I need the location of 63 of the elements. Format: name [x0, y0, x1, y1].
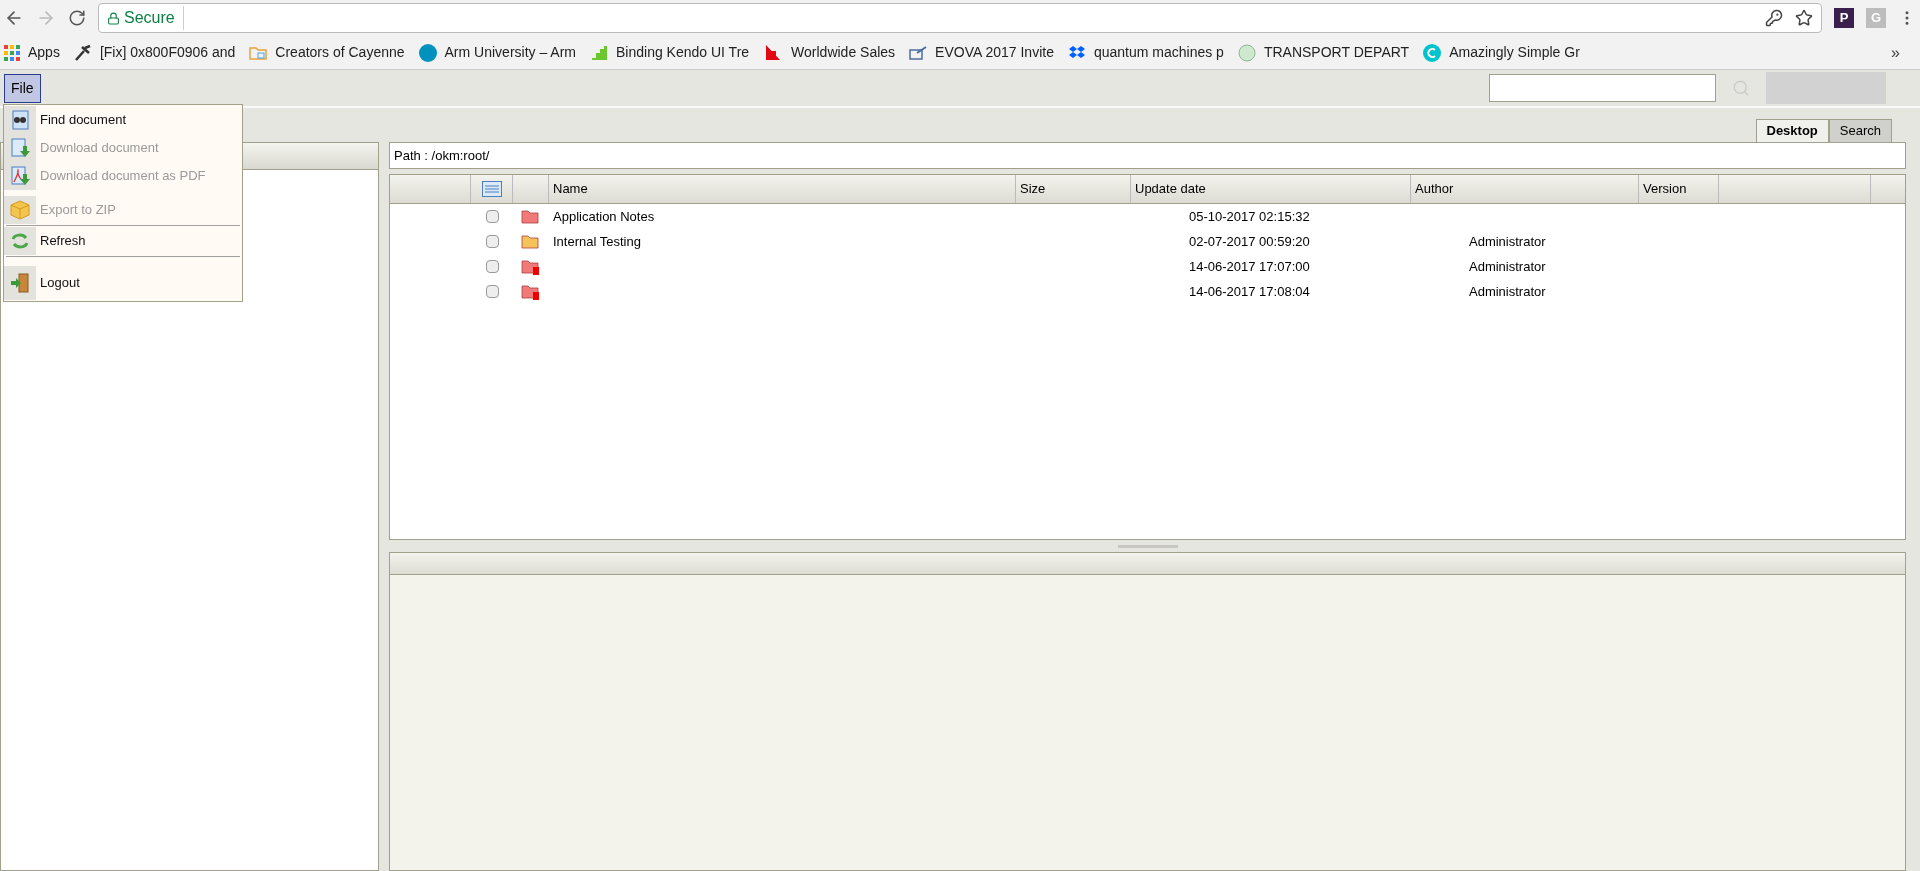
column-header[interactable]: Author: [1411, 175, 1639, 203]
binoculars-document-icon: [10, 110, 30, 130]
apps-grid-icon: [4, 44, 20, 61]
table-cell[interactable]: Application Notes: [553, 208, 655, 224]
address-bar[interactable]: Secure: [98, 3, 1822, 33]
bookmark[interactable]: quantum machines p: [1067, 42, 1224, 63]
row-checkbox[interactable]: [485, 210, 499, 223]
locked-folder-icon: [521, 258, 541, 275]
document-download-icon: [10, 138, 30, 158]
bookmark[interactable]: Binding Kendo UI Tre: [590, 42, 750, 63]
row-checkbox[interactable]: [485, 260, 499, 273]
refresh-arrows-icon: [10, 232, 30, 250]
folder-icon: [521, 233, 541, 250]
circle-c-icon: [1423, 43, 1442, 62]
pdf-download-icon: [10, 166, 30, 186]
reload-icon[interactable]: [68, 9, 86, 27]
door-exit-icon: [10, 273, 30, 293]
table-cell: Administrator: [1469, 258, 1546, 274]
extension-button[interactable]: P: [1834, 8, 1854, 28]
bookmark[interactable]: Arm University – Arm: [418, 42, 576, 63]
table-cell[interactable]: Internal Testing: [553, 233, 641, 249]
folder-icon: [249, 44, 268, 61]
file-menu-button[interactable]: File: [4, 73, 41, 103]
row-checkbox[interactable]: [485, 235, 499, 248]
column-header[interactable]: Version: [1639, 175, 1719, 203]
bookmark[interactable]: Amazingly Simple Gr: [1423, 42, 1580, 63]
package-icon: [10, 200, 30, 220]
search-field[interactable]: [1489, 74, 1716, 102]
path-bar: Path : /okm:root/: [389, 142, 1906, 169]
bookmark[interactable]: Apps: [4, 42, 60, 63]
key-icon[interactable]: [1765, 9, 1783, 27]
bookmark[interactable]: Worldwide Sales: [763, 42, 896, 63]
table-cell: 14-06-2017 17:08:04: [1189, 283, 1310, 299]
bookmark[interactable]: Creators of Cayenne: [249, 42, 405, 63]
menu-item[interactable]: Logout: [4, 258, 242, 300]
splitter-handle[interactable]: [1117, 544, 1178, 548]
secure-label: Secure: [124, 6, 184, 30]
table-cell: 14-06-2017 17:07:00: [1189, 258, 1310, 274]
circle-logo-icon: [418, 43, 437, 62]
table-cell: 05-10-2017 02:15:32: [1189, 208, 1310, 224]
column-header[interactable]: Name: [549, 175, 1016, 203]
list-icon[interactable]: [481, 181, 502, 197]
table-cell: 02-07-2017 00:59:20: [1189, 233, 1310, 249]
bookmark[interactable]: TRANSPORT DEPART: [1237, 42, 1410, 63]
bookmark[interactable]: EVOVA 2017 Invite: [909, 42, 1054, 63]
column-header[interactable]: Size: [1016, 175, 1131, 203]
table-cell: Administrator: [1469, 233, 1546, 249]
dropbox-icon: [1067, 44, 1086, 61]
menu-item[interactable]: Find document: [4, 106, 242, 134]
column-header[interactable]: Update date: [1131, 175, 1411, 203]
hammer-icon: [73, 43, 92, 62]
locked-folder-icon: [521, 283, 541, 300]
table-cell: Administrator: [1469, 283, 1546, 299]
row-checkbox[interactable]: [485, 285, 499, 298]
tab[interactable]: Search: [1828, 119, 1892, 142]
bookmark[interactable]: [Fix] 0x800F0906 and: [73, 42, 236, 63]
star-icon[interactable]: [1795, 9, 1813, 27]
tab[interactable]: Desktop: [1755, 119, 1829, 142]
folder-icon: [521, 208, 541, 225]
bookmarks-overflow[interactable]: »: [1891, 40, 1916, 65]
menu-item[interactable]: Refresh: [4, 227, 242, 255]
padlock-icon: [107, 11, 120, 25]
steps-icon: [590, 43, 608, 62]
